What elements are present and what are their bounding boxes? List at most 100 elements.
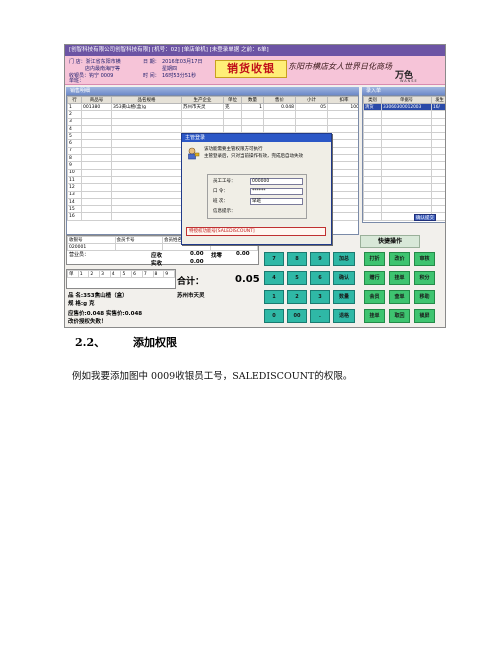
table-cell: [263, 117, 296, 126]
table-cell: [327, 190, 358, 199]
table-cell: [81, 175, 112, 185]
quick-ops-title: 快捷操作: [360, 235, 420, 248]
table-cell: [81, 183, 112, 192]
table-cell: [81, 132, 112, 141]
row-tab[interactable]: 5: [120, 270, 133, 278]
table-cell: [431, 110, 445, 119]
keypad-key[interactable]: 7: [264, 252, 284, 266]
quick-action-button[interactable]: 审核: [414, 252, 435, 266]
list-item: [363, 183, 445, 192]
quick-action-button[interactable]: 挂单: [389, 271, 410, 285]
list-item: [363, 124, 445, 134]
quick-action-button[interactable]: 查单: [389, 290, 410, 304]
keypad-key[interactable]: 退格: [333, 309, 355, 323]
table-row[interactable]: 3: [67, 117, 358, 126]
table-cell: [381, 139, 432, 148]
table-cell: [81, 117, 112, 126]
quick-action-button[interactable]: 改价: [389, 252, 410, 266]
row-tab[interactable]: 7: [141, 270, 154, 278]
keypad-key[interactable]: 9: [310, 252, 330, 266]
table-cell: 11: [67, 175, 82, 185]
entry-panel-title: 录入单: [362, 87, 445, 95]
dialog-title: 主管登录: [182, 134, 331, 142]
table-cell: 0.048: [263, 102, 296, 112]
keypad-key[interactable]: 00: [287, 309, 307, 323]
keypad-key[interactable]: 6: [310, 271, 330, 285]
table-row[interactable]: 4: [67, 124, 358, 134]
login-form: 员工工号： 000000 口 令： ****** 班 次： 早班 信息提示：: [207, 174, 307, 219]
time-value: 16时53分51秒: [162, 73, 197, 79]
keypad-key[interactable]: .: [310, 309, 330, 323]
table-cell: 33060300012003: [381, 102, 432, 112]
keypad-key[interactable]: 加总: [333, 252, 355, 266]
password-input[interactable]: ******: [250, 188, 303, 195]
quick-action-button[interactable]: 会员: [364, 290, 385, 304]
keypad-key[interactable]: 2: [287, 290, 307, 304]
table-cell: [81, 124, 112, 134]
table-cell: [327, 183, 358, 192]
table-cell: [81, 168, 112, 177]
table-cell: [431, 190, 445, 199]
table-cell: [111, 124, 182, 134]
employee-id-input[interactable]: 000000: [250, 178, 303, 185]
keypad-key[interactable]: 5: [287, 271, 307, 285]
row-tab[interactable]: 8: [152, 270, 165, 278]
table-row[interactable]: 1 001380 353黄山楂(盒)g 苏州市天灵克 1 0.048 05 100: [67, 102, 358, 112]
column-header: 行: [67, 96, 82, 104]
keypad-key[interactable]: 确认: [333, 271, 355, 285]
body-paragraph: 例如我要添加图中 0009收银员工号，SALEDISCOUNT的权限。: [72, 371, 353, 382]
keypad-key[interactable]: 0: [264, 309, 284, 323]
table-row[interactable]: 2: [67, 110, 358, 119]
submit-query-button[interactable]: 确认提交: [414, 214, 436, 221]
table-cell: [327, 212, 358, 221]
row-tab[interactable]: 2: [88, 270, 101, 278]
quick-action-button[interactable]: 打折: [364, 252, 385, 266]
table-cell: [111, 146, 182, 156]
table-cell: [431, 154, 445, 163]
due-value: 0.00: [190, 251, 204, 257]
quick-action-button[interactable]: 挂单: [364, 309, 385, 323]
hint-label: 信息提示：: [213, 209, 236, 214]
table-cell: [363, 212, 382, 221]
keypad-key[interactable]: 8: [287, 252, 307, 266]
quick-action-button[interactable]: 取回: [389, 309, 410, 323]
shift-field-input[interactable]: 早班: [250, 198, 303, 205]
row-tab[interactable]: 1: [77, 270, 90, 278]
table-cell: [363, 168, 382, 177]
table-cell: [363, 117, 382, 126]
keypad-key[interactable]: 3: [310, 290, 330, 304]
column-header: 发生: [431, 96, 445, 104]
quick-action-button[interactable]: 赠行: [364, 271, 385, 285]
table-cell: [381, 132, 432, 141]
date-value: 2016年03月17日: [162, 59, 203, 65]
column-header: 品名规格: [111, 96, 182, 104]
change-value: 0.00: [236, 251, 250, 257]
quick-action-button[interactable]: 移助: [414, 290, 435, 304]
table-cell: 05: [295, 102, 328, 112]
quick-action-button[interactable]: 锁屏: [414, 309, 435, 323]
row-tab[interactable]: 6: [131, 270, 143, 278]
table-cell: [223, 110, 242, 119]
keypad-key[interactable]: 数量: [333, 290, 355, 304]
table-cell: [111, 175, 182, 185]
table-cell: 苏州市天灵: [181, 102, 224, 112]
table-cell: [181, 117, 224, 126]
total-label: 合计：: [177, 277, 205, 287]
list-item[interactable]: 清货 33060300012003 16/: [363, 102, 445, 112]
row-tab[interactable]: 4: [109, 270, 122, 278]
row-tab[interactable]: 9: [163, 270, 175, 278]
member-column-header: 会员卡号: [114, 236, 163, 244]
table-cell: [111, 110, 182, 119]
quick-action-button[interactable]: 积分: [414, 271, 435, 285]
keypad-key[interactable]: 4: [264, 271, 284, 285]
list-item: [363, 117, 445, 126]
keypad-key[interactable]: 1: [264, 290, 284, 304]
table-cell: [327, 139, 358, 148]
table-cell: 克: [223, 102, 242, 112]
table-cell: [81, 146, 112, 156]
password-label: 口 令：: [213, 189, 228, 194]
table-cell: [363, 183, 382, 192]
list-item: [363, 197, 445, 207]
table-cell: [81, 212, 112, 221]
row-tab[interactable]: 3: [99, 270, 111, 278]
